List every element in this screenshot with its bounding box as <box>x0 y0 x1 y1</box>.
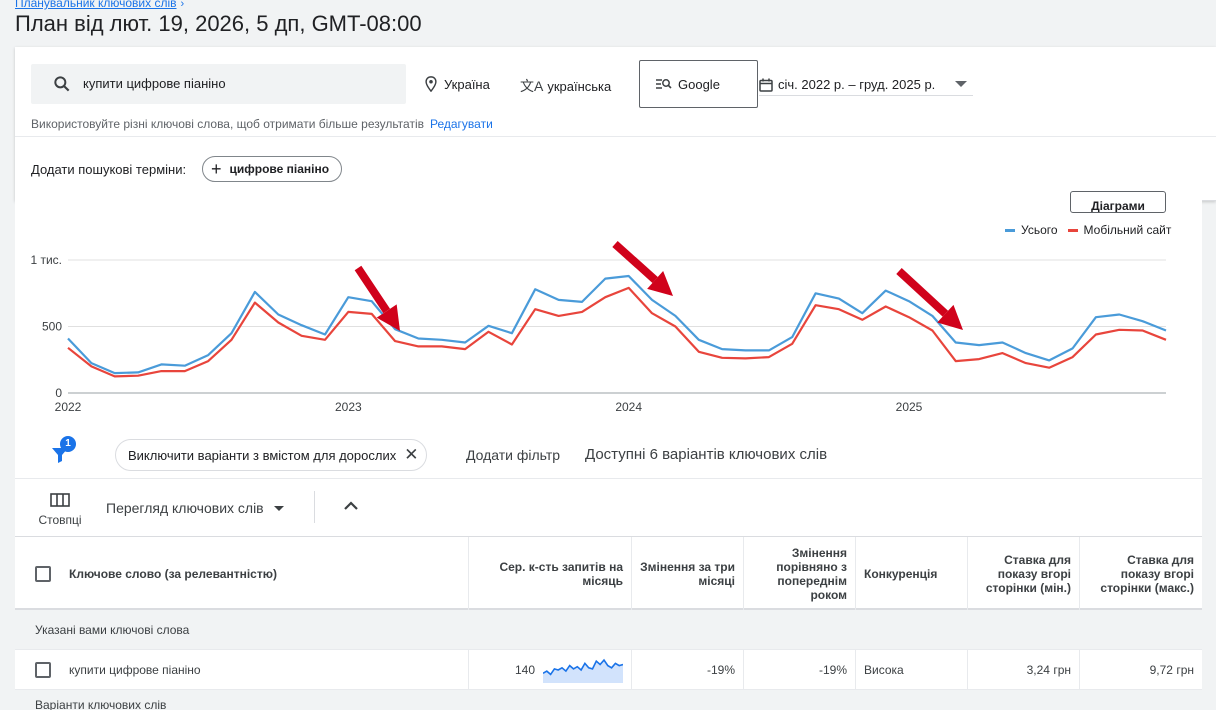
search-input[interactable]: купити цифрове піаніно <box>31 64 406 104</box>
add-term-label: цифрове піаніно <box>229 162 330 176</box>
search-icon <box>54 76 70 92</box>
x-tick-label: 2022 <box>55 400 82 414</box>
y-tick-label: 0 <box>55 386 62 400</box>
x-tick-label: 2024 <box>615 400 642 414</box>
cell-bid-high: 9,72 грн <box>1149 663 1194 677</box>
sparkline-area <box>543 660 623 683</box>
x-tick-label: 2023 <box>335 400 362 414</box>
columns-label: Стовпці <box>38 513 82 527</box>
breadcrumb-link[interactable]: Планувальник ключових слів <box>15 0 177 10</box>
date-range-selector[interactable]: січ. 2022 р. – груд. 2025 р. <box>759 74 973 96</box>
table-header: Ключове слово (за релевантністю) Сер. к-… <box>15 537 1202 610</box>
y-tick-label: 500 <box>42 320 62 334</box>
filter-chip-label: Виключити варіанти з вмістом для доросли… <box>128 447 397 463</box>
select-all-checkbox[interactable] <box>35 565 51 582</box>
x-tick-label: 2025 <box>896 400 923 414</box>
y-tick-label: 1 тис. <box>30 253 62 267</box>
cell-bid-low: 3,24 грн <box>968 650 1080 690</box>
cell-keyword: купити цифрове піаніно <box>15 650 469 690</box>
search-keyword: купити цифрове піаніно <box>83 76 226 91</box>
available-count: Доступні 6 варіантів ключових слів <box>585 446 828 463</box>
row-checkbox[interactable] <box>35 662 51 678</box>
header-avg-searches[interactable]: Сер. к-сть запитів на місяць <box>469 537 632 610</box>
language-selector[interactable]: 文A українська <box>520 76 611 96</box>
language-label: українська <box>547 78 612 94</box>
annotation-arrow-shaft <box>612 241 658 283</box>
chart-card: Діаграми Усього Мобільний сайт 0 500 1 тис… <box>15 191 1202 432</box>
dropdown-arrow-icon <box>955 81 967 87</box>
header-keyword[interactable]: Ключове слово (за релевантністю) <box>15 537 469 610</box>
series-line-total <box>67 274 1167 375</box>
add-terms-label: Додати пошукові терміни: <box>31 162 187 177</box>
group-row-provided: Указані вами ключові слова <box>15 610 1202 650</box>
chevron-right-icon: › <box>180 0 185 10</box>
page-title: План від лют. 19, 2026, 5 дп, GMT-08:00 <box>15 11 422 36</box>
location-label: Україна <box>444 76 490 92</box>
dropdown-arrow-icon <box>273 505 284 511</box>
location-selector[interactable]: Україна <box>424 76 490 92</box>
date-range-label: січ. 2022 р. – груд. 2025 р. <box>778 77 936 92</box>
cell-three-month: -19% <box>632 650 744 690</box>
network-label: Google <box>678 76 720 92</box>
trend-chart: 0 500 1 тис. 2022 2023 2024 2025 <box>30 241 1167 414</box>
adult-filter-chip[interactable]: Виключити варіанти з вмістом для доросли… <box>115 439 428 471</box>
header-yoy[interactable]: Змінення порівняно з попереднім роком <box>744 537 856 610</box>
columns-button[interactable]: Стовпці <box>35 493 85 527</box>
header-competition[interactable]: Конкуренція <box>856 537 968 610</box>
group-row-variants: Варіанти ключових слів <box>15 690 1202 710</box>
annotation-arrow-shaft <box>896 268 949 317</box>
cell-avg-searches: 140 <box>469 650 632 690</box>
header-bid-high[interactable]: Ставка для показу вгорі сторінки (макс.) <box>1080 537 1202 610</box>
filter-row: 1 Виключити варіанти з вмістом для дорос… <box>15 432 1202 478</box>
location-pin-icon <box>425 76 437 92</box>
keyword-text: купити цифрове піаніно <box>69 663 201 677</box>
annotation-arrow-shaft <box>354 265 391 314</box>
header-three-month[interactable]: Змінення за три місяці <box>632 537 744 610</box>
plus-icon: + <box>211 159 222 179</box>
calendar-icon <box>759 78 773 92</box>
edit-link[interactable]: Редагувати <box>430 117 493 131</box>
search-network-icon <box>656 79 672 89</box>
view-selector[interactable]: Перегляд ключових слів <box>106 500 284 516</box>
search-hint: Використовуйте різні ключові слова, щоб … <box>31 117 493 131</box>
view-label: Перегляд ключових слів <box>106 500 264 516</box>
header-keyword-label: Ключове слово (за релевантністю) <box>69 566 277 581</box>
close-icon[interactable]: ✕ <box>404 445 418 465</box>
app-root: Планувальник ключових слів › План від лют… <box>0 0 1216 710</box>
translate-icon: 文A <box>520 78 544 94</box>
keyword-table: Ключове слово (за релевантністю) Сер. к-… <box>15 536 1202 710</box>
network-selector[interactable]: Google <box>639 60 758 108</box>
cell-competition: Висока <box>856 650 968 690</box>
add-filter-button[interactable]: Додати фільтр <box>466 447 560 463</box>
columns-icon <box>50 493 70 507</box>
add-term-chip[interactable]: + цифрове піаніно <box>202 156 343 182</box>
filter-count-badge: 1 <box>60 436 76 452</box>
hint-text: Використовуйте різні ключові слова, щоб … <box>31 117 424 131</box>
divider <box>15 136 1216 137</box>
breadcrumb[interactable]: Планувальник ключових слів › <box>15 0 184 10</box>
table-row[interactable]: купити цифрове піаніно 140 -19% -19% Вис… <box>15 650 1202 690</box>
cell-yoy: -19% <box>744 650 856 690</box>
trend-sparkline[interactable] <box>543 657 623 683</box>
search-card: купити цифрове піаніно Україна 文A україн… <box>15 47 1216 201</box>
chevron-up-icon[interactable] <box>342 499 360 513</box>
toolbar-divider <box>314 491 315 523</box>
table-toolbar: Стовпці Перегляд ключових слів <box>15 478 1202 536</box>
header-bid-low[interactable]: Ставка для показу вгорі сторінки (мін.) <box>968 537 1080 610</box>
avg-value: 140 <box>514 663 535 677</box>
